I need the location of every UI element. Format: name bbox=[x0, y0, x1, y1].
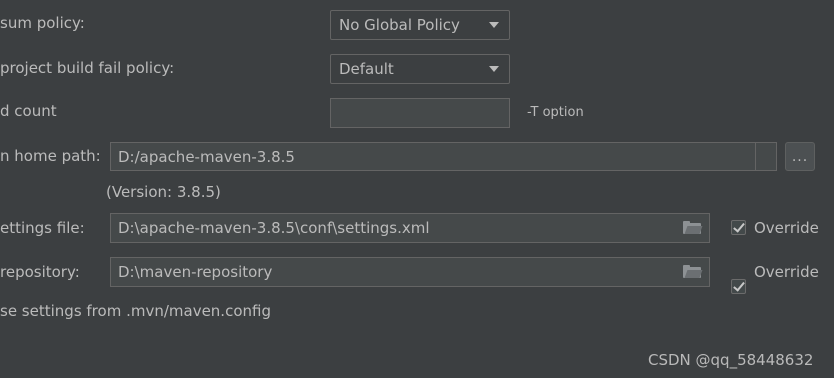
build-fail-policy-label: project build fail policy: bbox=[0, 59, 175, 77]
checkmark-icon bbox=[733, 279, 745, 292]
repository-override-label: Override bbox=[754, 263, 819, 281]
settings-file-input[interactable]: D:\apache-maven-3.8.5\conf\settings.xml bbox=[110, 213, 710, 243]
thread-count-label: d count bbox=[0, 102, 57, 120]
settings-file-value: D:\apache-maven-3.8.5\conf\settings.xml bbox=[118, 219, 430, 237]
settings-override-checkbox[interactable] bbox=[731, 220, 746, 235]
local-repository-value: D:\maven-repository bbox=[118, 263, 273, 281]
maven-home-path-value: D:/apache-maven-3.8.5 bbox=[118, 147, 295, 166]
watermark-text: CSDN @qq_58448632 bbox=[648, 351, 814, 369]
mvn-config-option[interactable]: se settings from .mvn/maven.config bbox=[0, 302, 271, 320]
settings-override-label: Override bbox=[754, 219, 819, 237]
folder-icon[interactable] bbox=[683, 265, 703, 279]
maven-home-path-label: n home path: bbox=[0, 147, 101, 165]
local-repository-label: repository: bbox=[0, 263, 80, 281]
maven-version-text: (Version: 3.8.5) bbox=[106, 183, 221, 201]
thread-count-hint: -T option bbox=[527, 105, 584, 120]
maven-home-browse-button[interactable]: ... bbox=[785, 142, 815, 171]
checksum-policy-value: No Global Policy bbox=[339, 16, 460, 34]
combo-separator bbox=[755, 143, 756, 170]
chevron-down-icon bbox=[489, 66, 499, 72]
maven-home-path-combo[interactable]: D:/apache-maven-3.8.5 bbox=[110, 142, 777, 171]
checkmark-icon bbox=[733, 220, 745, 233]
local-repository-input[interactable]: D:\maven-repository bbox=[110, 257, 710, 287]
build-fail-policy-value: Default bbox=[339, 60, 394, 78]
folder-icon[interactable] bbox=[683, 221, 703, 235]
checksum-policy-dropdown[interactable]: No Global Policy bbox=[330, 10, 510, 40]
checksum-policy-label: sum policy: bbox=[0, 14, 85, 32]
thread-count-input[interactable] bbox=[330, 98, 510, 128]
chevron-down-icon bbox=[489, 22, 499, 28]
repository-override-checkbox[interactable] bbox=[731, 279, 746, 294]
build-fail-policy-dropdown[interactable]: Default bbox=[330, 54, 510, 84]
settings-file-label: ettings file: bbox=[0, 219, 85, 237]
